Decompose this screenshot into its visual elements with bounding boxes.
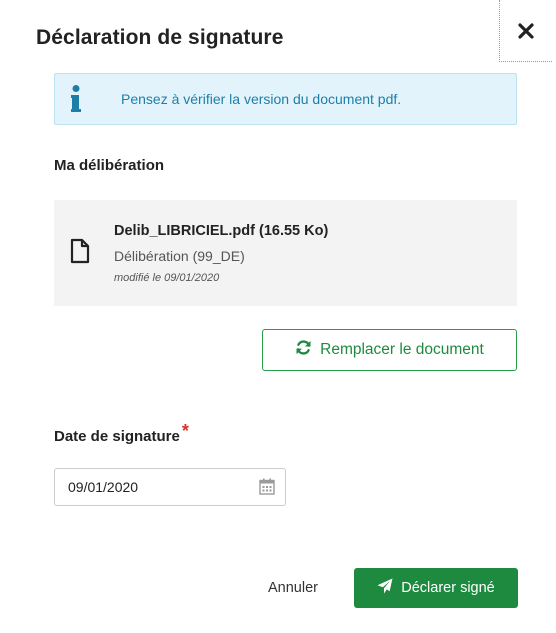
close-button[interactable]	[499, 0, 552, 62]
send-icon	[377, 578, 393, 598]
replace-document-button[interactable]: Remplacer le document	[262, 329, 517, 371]
document-name: Delib_LIBRICIEL.pdf (16.55 Ko)	[114, 223, 329, 239]
signature-date-field	[54, 468, 286, 506]
refresh-icon	[295, 339, 312, 361]
signature-declaration-modal: Déclaration de signature Pensez à vérifi…	[0, 0, 556, 633]
modal-title: Déclaration de signature	[36, 26, 284, 49]
deliberation-section-label: Ma délibération	[54, 157, 165, 174]
document-type: Délibération (99_DE)	[114, 248, 245, 264]
cancel-button[interactable]: Annuler	[252, 568, 334, 608]
calendar-icon[interactable]	[259, 478, 275, 500]
close-icon	[518, 22, 534, 39]
replace-document-label: Remplacer le document	[320, 341, 484, 358]
info-icon	[71, 85, 81, 113]
required-marker: *	[181, 421, 189, 441]
document-card: Delib_LIBRICIEL.pdf (16.55 Ko) Délibérat…	[54, 200, 517, 306]
signature-date-label-text: Date de signature	[54, 428, 180, 445]
declare-signed-button[interactable]: Déclarer signé	[354, 568, 518, 608]
signature-date-label: Date de signature *	[54, 421, 189, 446]
document-modified-date: modifié le 09/01/2020	[114, 272, 220, 284]
declare-signed-label: Déclarer signé	[401, 580, 495, 596]
info-alert: Pensez à vérifier la version du document…	[54, 73, 517, 125]
info-message: Pensez à vérifier la version du document…	[121, 91, 402, 107]
signature-date-input[interactable]	[55, 469, 245, 505]
file-icon	[70, 238, 90, 269]
